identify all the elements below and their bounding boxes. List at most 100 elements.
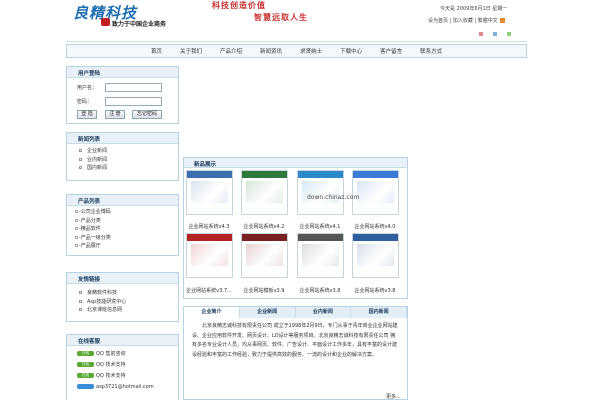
- bullet-icon: [75, 218, 78, 222]
- news-category-item[interactable]: 企业新闻: [79, 147, 178, 156]
- login-title: 用户登陆: [67, 67, 178, 78]
- friend-links-title: 友情链接: [67, 273, 178, 284]
- more-link[interactable]: 更多...: [386, 393, 401, 400]
- product-category-item[interactable]: -产品分类: [75, 217, 178, 226]
- username-input[interactable]: [105, 83, 162, 92]
- product-thumbnail[interactable]: [186, 170, 233, 215]
- product-caption[interactable]: 企业网站系统v3.7...: [183, 287, 235, 294]
- traditional-chinese-link[interactable]: 繁體中文: [478, 18, 498, 24]
- qq-online-icon: 在线: [77, 373, 94, 378]
- news-category-item[interactable]: 业内新闻: [79, 156, 178, 165]
- thumbnail-preview: [191, 244, 228, 266]
- product-category-item[interactable]: -公司企业博码: [75, 208, 178, 217]
- friend-link-item[interactable]: 北京课班信息网: [79, 306, 178, 315]
- product-thumbnail[interactable]: [241, 233, 288, 278]
- tab-content: 北京良精志诚科技有限责任公司 成立于1998年2月9日，专门从事于青年商业企业网…: [192, 323, 398, 358]
- thumbnail-header: [353, 234, 398, 241]
- bullet-icon: [75, 227, 78, 231]
- thumbnail-preview: [357, 244, 394, 266]
- login-box: 用户登陆 用户名： 密码： 登 陆 注 册 忘记密码: [66, 66, 179, 124]
- bullet-icon: [79, 291, 82, 294]
- product-caption[interactable]: 企业网站模板v3.9: [238, 287, 290, 294]
- online-support-box: 在线客服 在线 QQ 售前咨询 在线 QQ 技术支持 在线 QQ 技术支持 asp37…: [66, 334, 179, 400]
- product-caption[interactable]: 企业网站系统v3.8: [294, 287, 346, 294]
- rss-icon[interactable]: [500, 18, 506, 23]
- forgot-password-button[interactable]: 忘记密码: [132, 110, 162, 119]
- nav-item[interactable]: 联系方式: [420, 47, 442, 55]
- theme-red-button[interactable]: [478, 31, 484, 37]
- product-caption[interactable]: 企业网站系统v4.2: [238, 223, 290, 230]
- product-thumbnail[interactable]: [186, 233, 233, 278]
- product-caption[interactable]: 企业网站系统v4.1: [294, 223, 346, 230]
- support-qq-item[interactable]: 在线 QQ 售前咨询: [77, 349, 178, 360]
- slogan-line-2: 智慧远取人生: [254, 12, 308, 22]
- thumbnail-preview: [246, 244, 283, 266]
- bullet-icon: [79, 166, 82, 170]
- nav-item[interactable]: 产品介绍: [220, 47, 242, 55]
- nav-item[interactable]: 下载中心: [340, 47, 362, 55]
- product-list-title: 产品列表: [67, 195, 178, 206]
- thumbnail-header: [298, 171, 343, 178]
- theme-blue-button[interactable]: [492, 31, 498, 37]
- support-qq-item[interactable]: 在线 QQ 技术支持: [77, 371, 178, 382]
- bullet-icon: [75, 235, 78, 239]
- product-category-item[interactable]: -产品展厅: [75, 242, 178, 251]
- thumbnail-preview: [302, 244, 339, 266]
- thumbnail-header: [187, 171, 232, 178]
- support-msn-item[interactable]: asp3721@hotmail.com: [77, 382, 178, 393]
- add-favorite-link[interactable]: 加入收藏: [453, 18, 473, 24]
- bullet-icon: [79, 308, 82, 312]
- friend-links-box: 友情链接 良精软件科技 Asp技能研究中心 北京课班信息网: [66, 272, 179, 322]
- product-caption[interactable]: 企业网站系统v4.0: [349, 223, 401, 230]
- nav-item[interactable]: 首页: [151, 47, 162, 55]
- bullet-icon: [75, 210, 78, 213]
- top-links: 设为首页 | 加入收藏 | 繁體中文: [428, 17, 506, 24]
- nav-item[interactable]: 客户留言: [380, 47, 402, 55]
- register-button[interactable]: 注 册: [105, 110, 125, 119]
- product-thumbnail[interactable]: [241, 170, 288, 215]
- set-homepage-link[interactable]: 设为首页: [428, 18, 448, 24]
- thumbnail-header: [242, 234, 287, 241]
- thumbnail-preview: [246, 181, 283, 203]
- friend-link-item[interactable]: 良精软件科技: [79, 289, 178, 298]
- bullet-icon: [75, 244, 78, 248]
- product-caption[interactable]: 企业网站系统v3.8: [349, 287, 401, 294]
- online-support-title: 在线客服: [67, 335, 178, 346]
- password-label: 密码：: [77, 99, 93, 105]
- logo-tagline: 致力于中国企业商务: [112, 21, 167, 28]
- thumbnail-header: [242, 171, 287, 178]
- product-thumbnail[interactable]: [352, 233, 399, 278]
- nav-item[interactable]: 求贤纳士: [300, 47, 322, 55]
- watermark: down.chinaz.com: [307, 194, 360, 201]
- news-category-item[interactable]: 国内新闻: [79, 164, 178, 173]
- product-category-item[interactable]: -产品一级分类: [75, 234, 178, 243]
- theme-green-button[interactable]: [506, 31, 512, 37]
- msn-icon: [77, 384, 94, 389]
- product-thumbnail[interactable]: [352, 170, 399, 215]
- username-label: 用户名：: [77, 85, 98, 91]
- nav-item[interactable]: 关于我们: [180, 47, 202, 55]
- thumbnail-header: [353, 171, 398, 178]
- tab-bar: 企业简介 企业新闻 业内新闻 国内新闻: [184, 307, 407, 318]
- news-list-box: 新闻列表 企业新闻 业内新闻 国内新闻: [66, 132, 179, 181]
- tab-item[interactable]: 企业新闻: [239, 307, 296, 318]
- qq-online-icon: 在线: [77, 362, 94, 367]
- nav-item[interactable]: 新闻资讯: [260, 47, 282, 55]
- product-thumbnail[interactable]: [297, 233, 344, 278]
- tab-item[interactable]: 业内新闻: [295, 307, 352, 318]
- product-category-item[interactable]: -精品软件: [75, 225, 178, 234]
- product-caption[interactable]: 企业网站系统v4.3: [183, 223, 235, 230]
- product-showcase-title: 新品展示: [184, 158, 407, 168]
- password-input[interactable]: [105, 97, 162, 106]
- product-thumbnail[interactable]: [297, 170, 344, 215]
- bullet-icon: [79, 157, 82, 161]
- tab-item[interactable]: 企业简介: [184, 307, 240, 318]
- login-button[interactable]: 登 陆: [77, 110, 97, 119]
- logo-mark-icon: [101, 18, 110, 26]
- tab-item[interactable]: 国内新闻: [351, 307, 407, 318]
- thumbnail-preview: [357, 181, 394, 203]
- friend-link-item[interactable]: Asp技能研究中心: [79, 298, 178, 307]
- support-qq-item[interactable]: 在线 QQ 技术支持: [77, 360, 178, 371]
- theme-swatches: [478, 31, 520, 39]
- slogan-line-1: 科技创造价值: [212, 0, 266, 10]
